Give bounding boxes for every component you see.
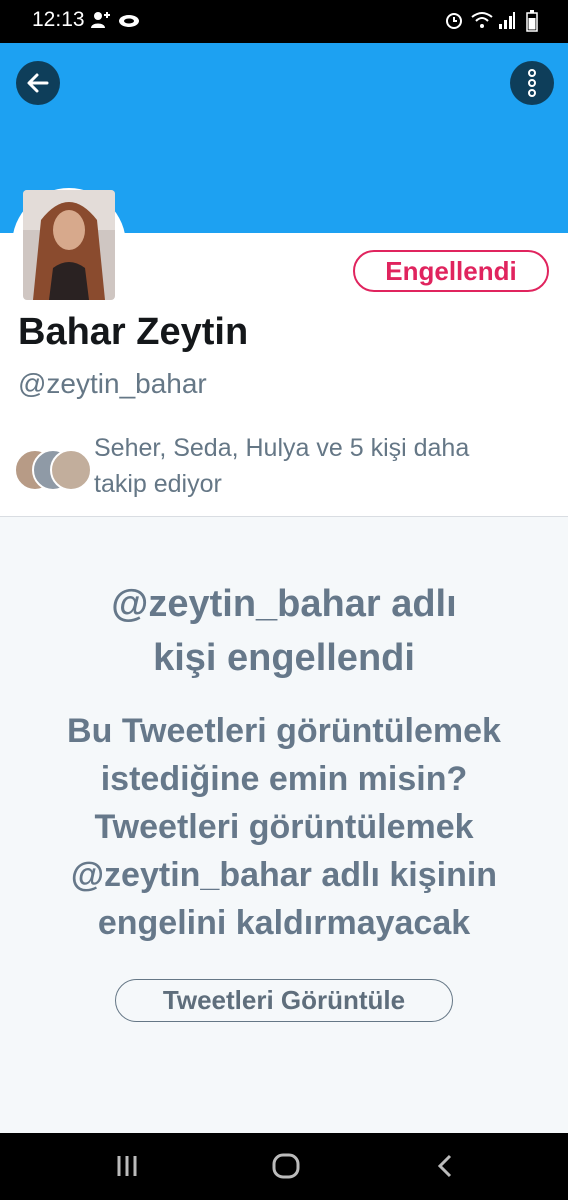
blocked-title-line-1: @zeytin_bahar adlı [111, 583, 457, 625]
person-add-icon [91, 12, 110, 28]
followed-by-row[interactable]: Seher, Seda, Hulya ve 5 kişi daha takip … [14, 430, 554, 510]
blocked-title-line-2: kişi engellendi [153, 637, 415, 679]
alarm-icon [446, 13, 462, 29]
blocked-button[interactable]: Engellendi [353, 250, 549, 292]
back-button[interactable] [16, 61, 60, 105]
back-icon[interactable] [435, 1153, 455, 1179]
system-nav-bar [0, 1133, 568, 1200]
followed-by-line-2: takip ediyor [94, 470, 222, 498]
blocked-description: Bu Tweetleri görüntülemek istediğine emi… [20, 707, 548, 947]
profile-handle: @zeytin_bahar [18, 368, 207, 399]
blocked-title: @zeytin_bahar adlı kişi engellendi [20, 577, 548, 685]
avatar[interactable] [12, 188, 126, 302]
wifi-icon [471, 12, 493, 28]
blocked-desc-line-1: Bu Tweetleri görüntülemek [67, 712, 501, 750]
status-bar: 12:13 [0, 0, 568, 43]
blocked-desc-line-5: engelini kaldırmayacak [97, 904, 471, 942]
status-time: 12:13 [32, 8, 85, 31]
more-vertical-icon [528, 69, 536, 97]
cloud-icon [119, 15, 139, 27]
follower-avatar [50, 449, 92, 491]
avatar-photo [23, 190, 115, 300]
profile-name: Bahar Zeytin [18, 311, 249, 353]
blocked-desc-line-4: @zeytin_bahar adlı kişinin [70, 856, 498, 894]
recent-apps-icon[interactable] [115, 1153, 139, 1179]
battery-icon [526, 10, 538, 32]
blocked-desc-line-3: Tweetleri görüntülemek [94, 808, 474, 846]
blocked-desc-line-2: istediğine emin misin? [100, 760, 468, 798]
back-arrow-icon [27, 73, 49, 93]
followed-by-text: Seher, Seda, Hulya ve 5 kişi daha takip … [94, 430, 534, 502]
followed-by-line-1: Seher, Seda, Hulya ve 5 kişi daha [94, 434, 470, 462]
view-tweets-button[interactable]: Tweetleri Görüntüle [115, 979, 453, 1022]
blocked-notice-panel: @zeytin_bahar adlı kişi engellendi Bu Tw… [0, 517, 568, 1133]
signal-icon [499, 12, 515, 29]
home-icon[interactable] [272, 1153, 300, 1179]
more-options-button[interactable] [510, 61, 554, 105]
